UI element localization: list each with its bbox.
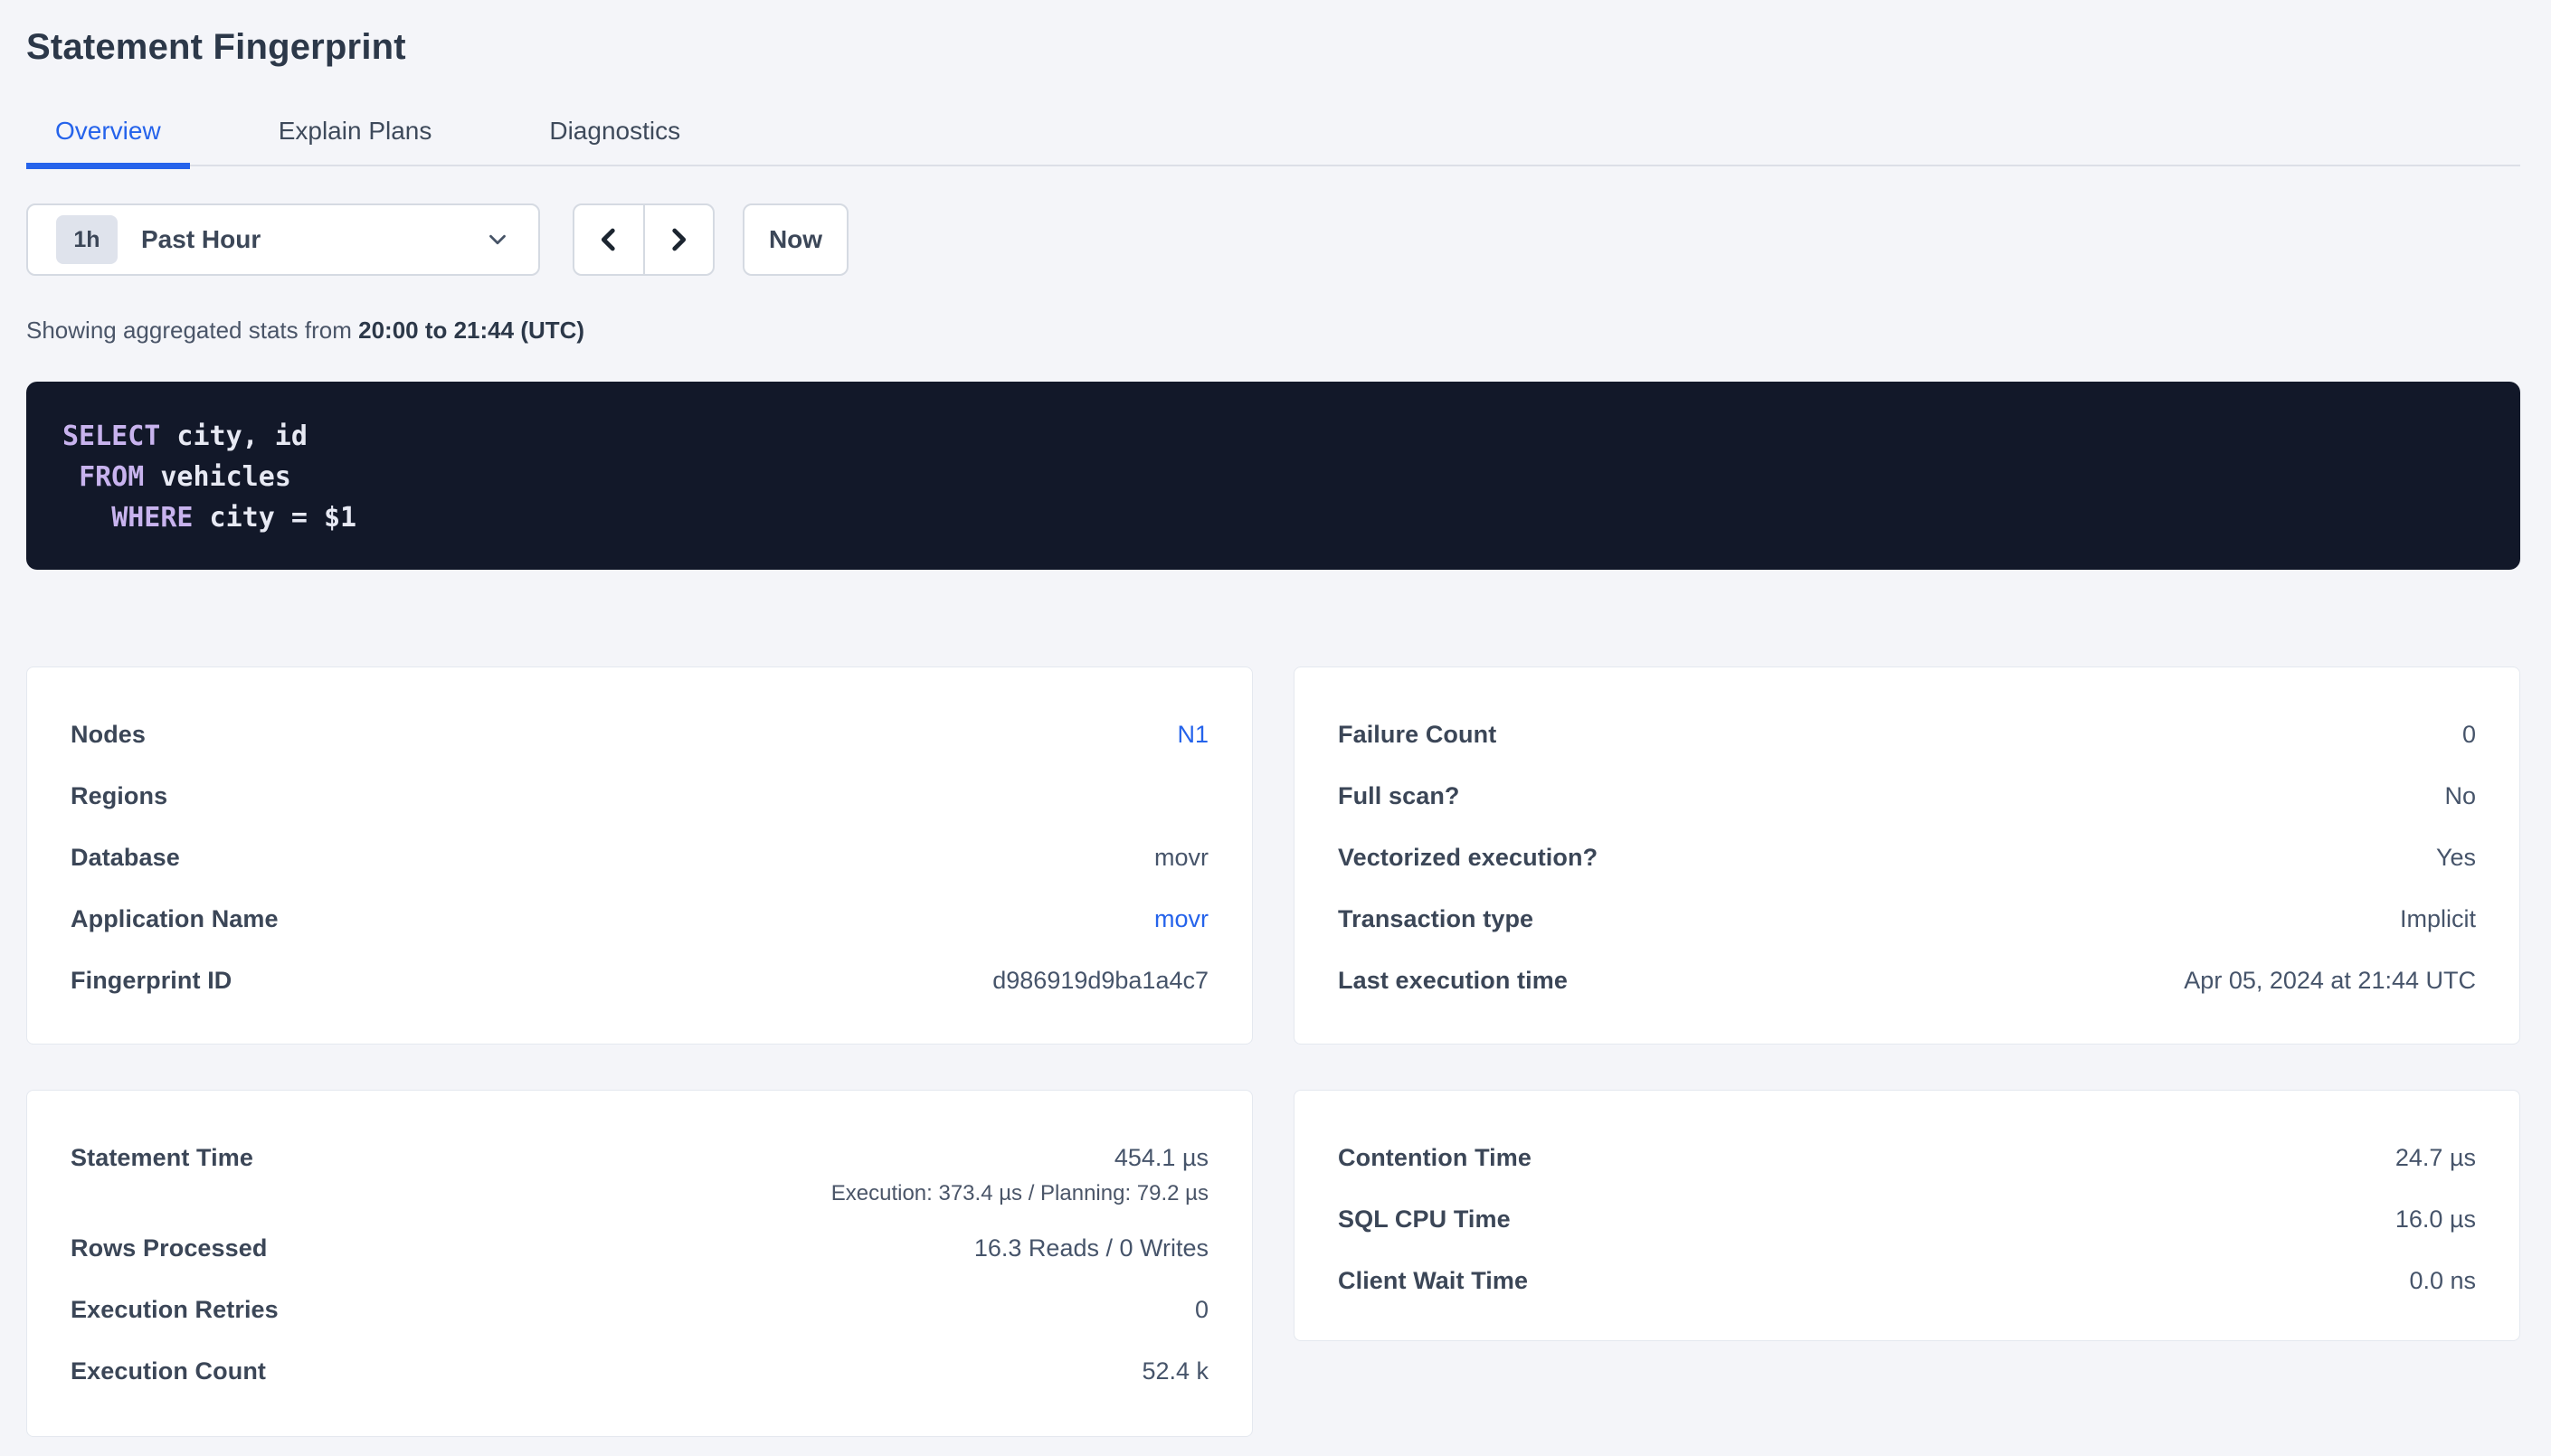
stat-row-label: Statement Time: [71, 1144, 253, 1172]
stat-row: SQL CPU Time 16.0 µs: [1338, 1188, 2476, 1250]
sql-keyword: FROM: [79, 461, 144, 493]
sql-keyword: WHERE: [111, 502, 193, 534]
tab-bar: Overview Explain Plans Diagnostics: [26, 116, 2520, 166]
stat-row: Nodes N1: [71, 704, 1209, 765]
sql-statement-box: SELECT city, id FROM vehicles WHERE city…: [26, 382, 2520, 570]
stat-row: Transaction type Implicit: [1338, 888, 2476, 950]
stat-row-label: Failure Count: [1338, 721, 1496, 749]
stat-row-label: Rows Processed: [71, 1234, 268, 1262]
stat-row: Regions: [71, 765, 1209, 827]
stat-row-value: Yes: [2436, 844, 2476, 872]
stat-row-value: 16.3 Reads / 0 Writes: [974, 1234, 1209, 1262]
statement-details-card: NodesN1RegionsDatabasemovrApplication Na…: [26, 667, 1253, 1045]
stat-row-value-link[interactable]: movr: [1154, 905, 1209, 933]
stat-row: Execution Count 52.4 k: [71, 1340, 1209, 1402]
time-range-selected-label: Past Hour: [141, 225, 484, 254]
stat-row: Full scan? No: [1338, 765, 2476, 827]
stat-row-value: 0: [1195, 1296, 1209, 1324]
time-range-stepper: [573, 203, 715, 276]
stat-row-value: 16.0 µs: [2395, 1205, 2476, 1234]
tab-diagnostics[interactable]: Diagnostics: [520, 116, 709, 165]
stat-row: Failure Count 0: [1338, 704, 2476, 765]
stat-row: Rows Processed 16.3 Reads / 0 Writes: [71, 1217, 1209, 1279]
stats-line-range: 20:00 to 21:44 (UTC): [358, 317, 584, 344]
sql-text: city = $1: [194, 502, 357, 534]
time-range-dropdown[interactable]: 1h Past Hour: [26, 203, 540, 276]
sql-line: WHERE city = $1: [62, 497, 2484, 538]
stat-row-label: Transaction type: [1338, 905, 1533, 933]
aggregated-stats-line: Showing aggregated stats from 20:00 to 2…: [26, 317, 2520, 344]
chevron-right-icon: [663, 224, 694, 255]
stats-line-prefix: Showing aggregated stats from: [26, 317, 358, 344]
tab-explain-plans[interactable]: Explain Plans: [250, 116, 461, 165]
stat-row-value: 0: [2462, 721, 2476, 749]
stat-row-label: Execution Retries: [71, 1296, 279, 1324]
stat-row: Contention Time 24.7 µs: [1338, 1127, 2476, 1188]
stat-row-value: d986919d9ba1a4c7: [992, 967, 1209, 995]
next-time-range-button[interactable]: [645, 205, 714, 274]
sql-text: [62, 502, 111, 534]
stat-row-value: 454.1 µs: [1114, 1144, 1209, 1172]
sql-text: city, id: [160, 421, 308, 452]
prev-time-range-button[interactable]: [574, 205, 643, 274]
sql-keyword: SELECT: [62, 421, 160, 452]
stat-row-label: Fingerprint ID: [71, 967, 232, 995]
time-range-badge: 1h: [56, 215, 118, 264]
tab-overview[interactable]: Overview: [26, 116, 190, 165]
page-title: Statement Fingerprint: [26, 29, 2520, 65]
stat-row-value-link[interactable]: N1: [1177, 721, 1209, 749]
stat-row: Statement Time 454.1 µs: [71, 1127, 1209, 1188]
time-controls: 1h Past Hour Now: [26, 203, 2520, 276]
stat-row-label: Last execution time: [1338, 967, 1568, 995]
stat-row-value: 52.4 k: [1142, 1357, 1209, 1385]
stat-row-label: Nodes: [71, 721, 146, 749]
chevron-down-icon: [484, 226, 511, 253]
stat-row-value: No: [2444, 782, 2476, 810]
statement-times-card: Statement Time 454.1 µs Execution: 373.4 µ…: [26, 1090, 1253, 1437]
stat-row-label: Client Wait Time: [1338, 1267, 1528, 1295]
sql-text: [62, 461, 79, 493]
stat-row: Database movr: [71, 827, 1209, 888]
stat-row-label: Execution Count: [71, 1357, 266, 1385]
statement-fingerprint-page: Statement Fingerprint Overview Explain P…: [0, 0, 2551, 1456]
sql-text: vehicles: [144, 461, 291, 493]
stat-row-label: Database: [71, 844, 180, 872]
stat-row-value: Implicit: [2400, 905, 2476, 933]
stat-row-value: 24.7 µs: [2395, 1144, 2476, 1172]
stat-row-label: Contention Time: [1338, 1144, 1532, 1172]
stat-row: Client Wait Time 0.0 ns: [1338, 1250, 2476, 1311]
cards-grid: NodesN1RegionsDatabasemovrApplication Na…: [26, 667, 2520, 1437]
stat-row: Vectorized execution? Yes: [1338, 827, 2476, 888]
stat-row-label: Application Name: [71, 905, 279, 933]
stat-row-label: SQL CPU Time: [1338, 1205, 1511, 1234]
stat-row-value: 0.0 ns: [2409, 1267, 2476, 1295]
stat-row: Fingerprint ID d986919d9ba1a4c7: [71, 950, 1209, 1011]
stat-row-label: Full scan?: [1338, 782, 1460, 810]
now-button[interactable]: Now: [743, 203, 849, 276]
stat-row: Last execution time Apr 05, 2024 at 21:44…: [1338, 950, 2476, 1011]
stat-row-label: Vectorized execution?: [1338, 844, 1598, 872]
wait-times-card: Contention Time 24.7 µs SQL CPU Time 16.0 µ…: [1294, 1090, 2520, 1341]
stat-row-value: movr: [1154, 844, 1209, 872]
stat-row: Execution Retries 0: [71, 1279, 1209, 1340]
stat-row-label: Regions: [71, 782, 167, 810]
stat-row-subvalue: Execution: 373.4 µs / Planning: 79.2 µs: [71, 1181, 1209, 1217]
chevron-left-icon: [593, 224, 624, 255]
stat-row: Application Name movr: [71, 888, 1209, 950]
sql-line: SELECT city, id: [62, 416, 2484, 457]
sql-line: FROM vehicles: [62, 457, 2484, 497]
stat-row-value: Apr 05, 2024 at 21:44 UTC: [2184, 967, 2476, 995]
execution-attributes-card: Failure Count 0 Full scan? No Vectorized exe…: [1294, 667, 2520, 1045]
